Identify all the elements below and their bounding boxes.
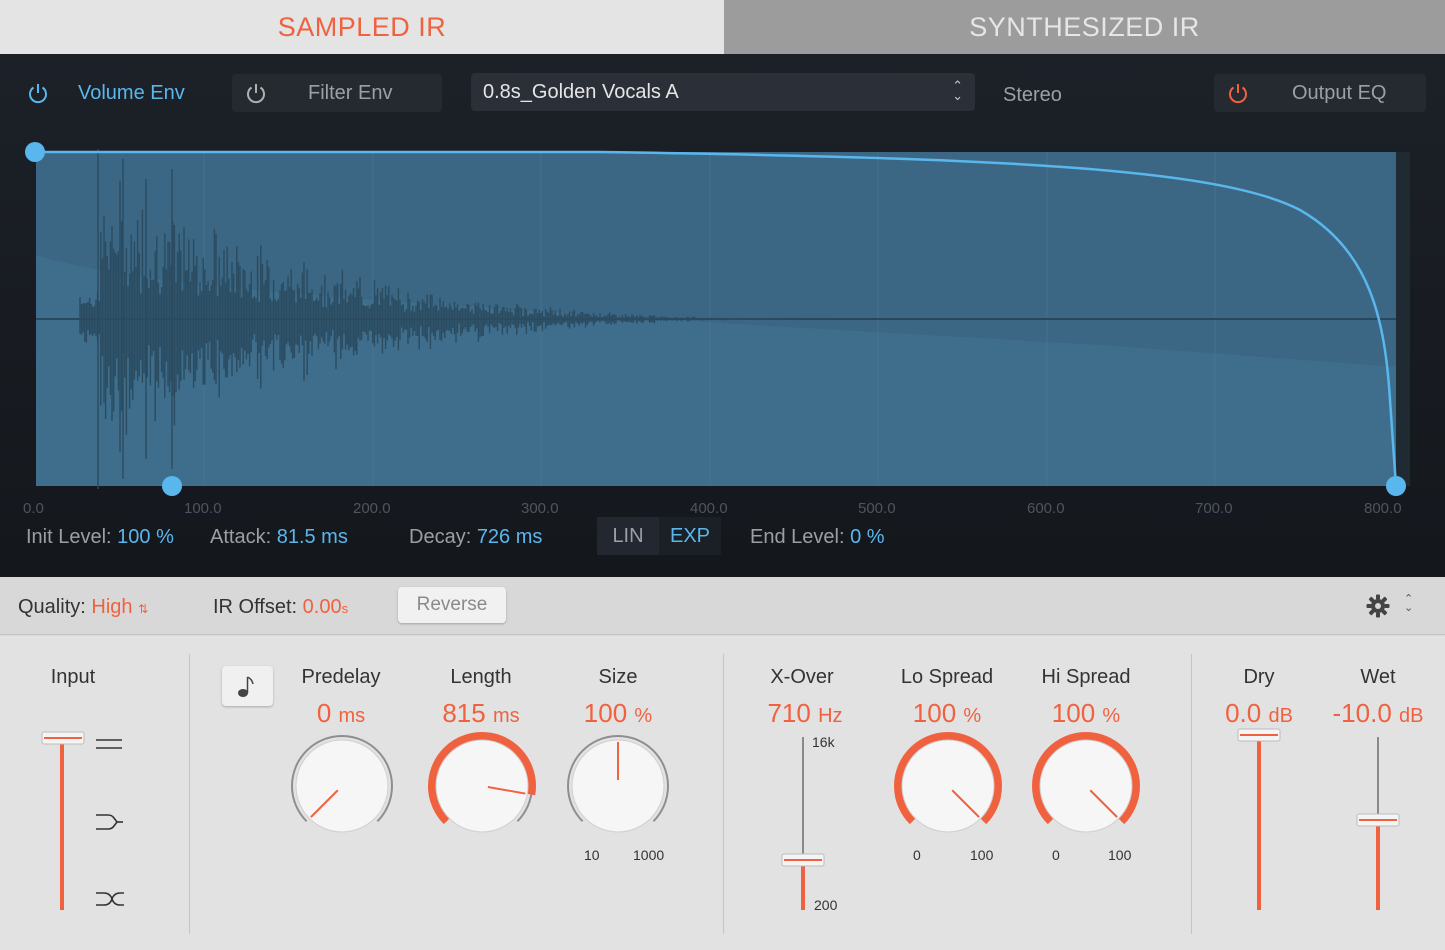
end-level-handle[interactable] <box>1386 476 1406 496</box>
lo-spread-min-label: 0 <box>913 847 921 863</box>
gear-icon[interactable] <box>1366 594 1390 618</box>
xover-label: X-Over <box>770 666 834 688</box>
up-down-chevron-icon[interactable]: ⌃ ⌄ <box>1404 594 1413 614</box>
dry-label: Dry <box>1243 666 1275 688</box>
length-label: Length <box>450 666 512 688</box>
tempo-sync-button[interactable] <box>222 666 273 706</box>
attack-handle[interactable] <box>162 476 182 496</box>
predelay-label: Predelay <box>301 666 381 688</box>
input-label: Input <box>50 666 96 688</box>
quality-label: Quality: <box>18 596 86 618</box>
divider <box>723 654 724 934</box>
lo-spread-max-label: 100 <box>970 847 994 863</box>
ir-offset-value[interactable]: 0.00 <box>303 596 342 618</box>
length-value[interactable]: 815 ms <box>420 698 542 729</box>
hi-spread-value[interactable]: 100 % <box>1018 698 1154 729</box>
ir-offset-unit: s <box>341 601 349 616</box>
wet-label: Wet <box>1360 666 1396 688</box>
wet-value[interactable]: -10.0 dB <box>1318 698 1438 729</box>
hi-spread-min-label: 0 <box>1052 847 1060 863</box>
divider <box>189 654 190 934</box>
size-min-label: 10 <box>584 847 600 863</box>
reverse-button[interactable]: Reverse <box>398 587 506 623</box>
ir-offset-control[interactable]: IR Offset: 0.00s <box>213 596 348 619</box>
waveform-tail <box>1396 152 1410 486</box>
predelay-value[interactable]: 0 ms <box>280 698 402 729</box>
init-level-handle[interactable] <box>25 142 45 162</box>
quality-value[interactable]: High <box>91 596 132 618</box>
size-label: Size <box>598 666 638 688</box>
xover-bottom-label: 200 <box>814 897 838 913</box>
ir-offset-label: IR Offset: <box>213 596 298 618</box>
xover-top-label: 16k <box>812 734 835 750</box>
envelope-graph[interactable] <box>0 0 1445 577</box>
music-note-icon <box>238 676 254 697</box>
hi-spread-label: Hi Spread <box>1041 666 1131 688</box>
quality-control[interactable]: Quality: High ⇅ <box>18 596 148 619</box>
xover-value[interactable]: 710 Hz <box>742 698 868 729</box>
divider <box>1191 654 1192 934</box>
lo-spread-value[interactable]: 100 % <box>880 698 1014 729</box>
dry-value[interactable]: 0.0 dB <box>1204 698 1314 729</box>
up-down-chevron-icon: ⇅ <box>138 602 149 616</box>
options-bar: Quality: High ⇅ IR Offset: 0.00s Reverse… <box>0 577 1445 635</box>
size-max-label: 1000 <box>633 847 665 863</box>
size-value[interactable]: 100 % <box>557 698 679 729</box>
hi-spread-max-label: 100 <box>1108 847 1132 863</box>
lo-spread-label: Lo Spread <box>900 666 994 688</box>
